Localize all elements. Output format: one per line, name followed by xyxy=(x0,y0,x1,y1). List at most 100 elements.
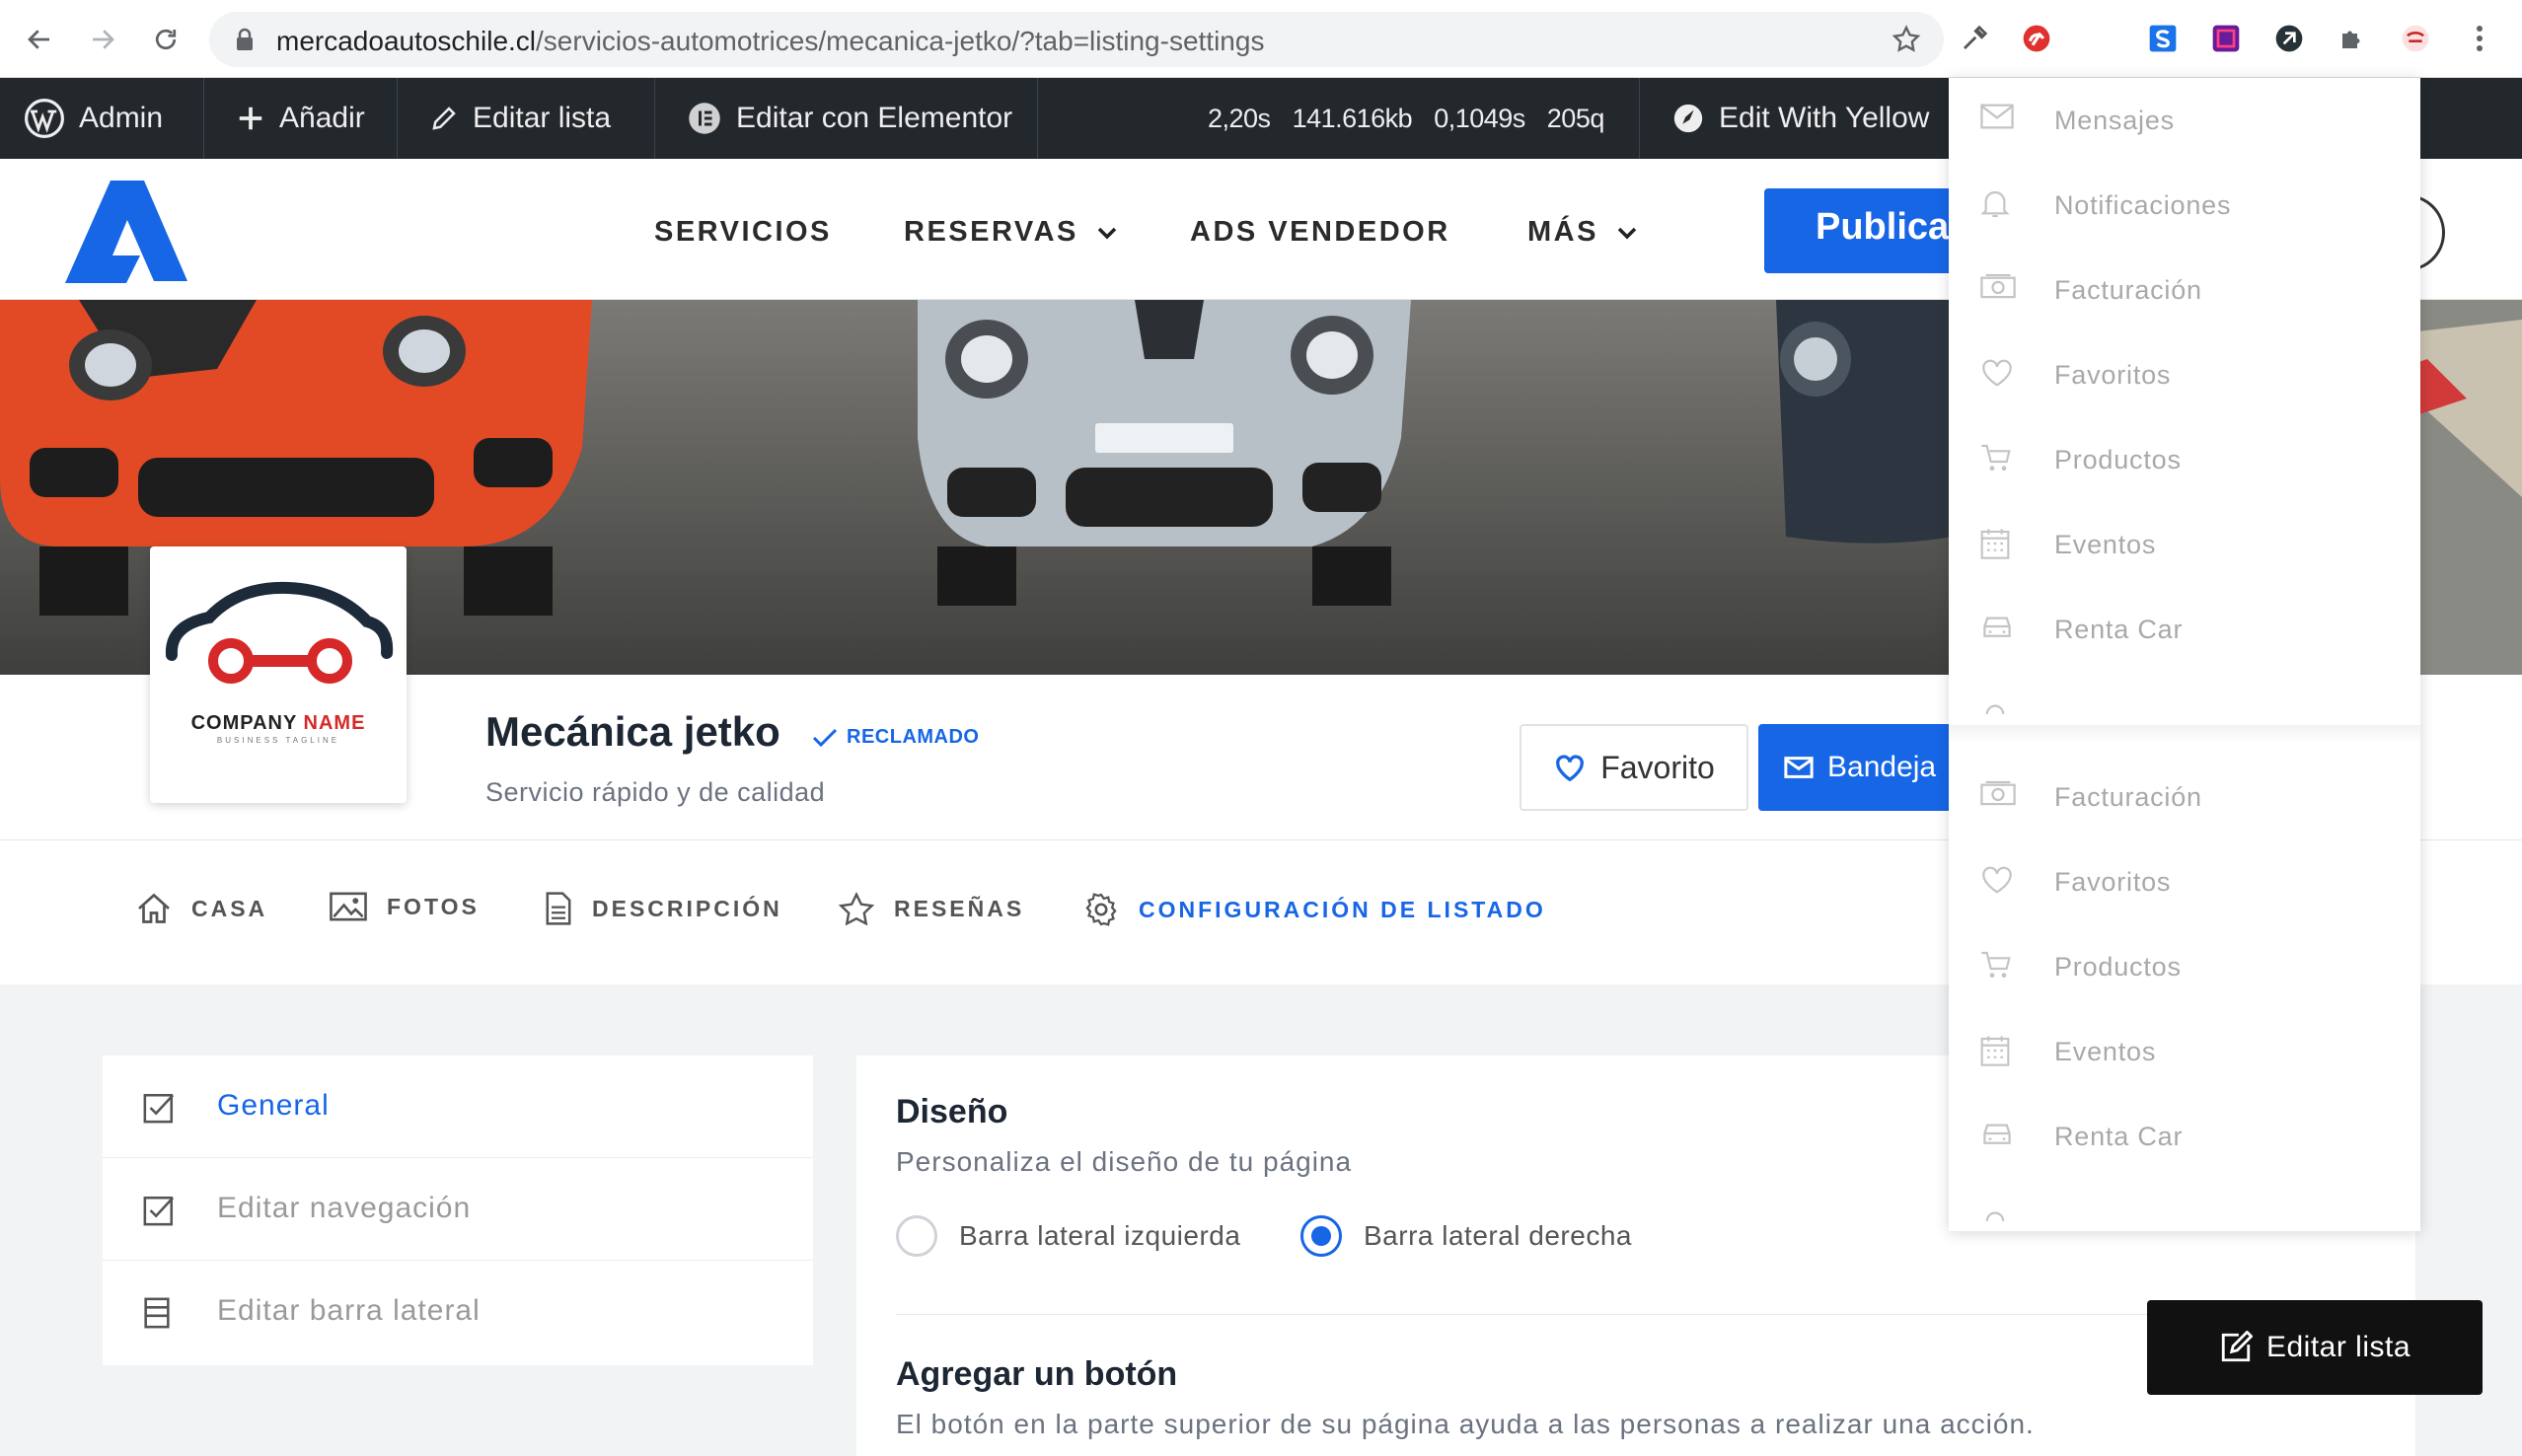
admin-bar-site[interactable]: Admin xyxy=(0,78,204,159)
tab-resenas-label: RESEÑAS xyxy=(894,895,1025,921)
menu-reservas-label: RESERVAS xyxy=(904,216,1078,248)
dropdown-item-productos-2[interactable]: Productos xyxy=(1949,924,2420,1009)
menu-mas-label: MÁS xyxy=(1527,216,1598,248)
puzzle-extensions-icon[interactable] xyxy=(2332,18,2373,59)
heart-icon xyxy=(1982,866,2012,894)
dropdown-item-renta-car[interactable]: Renta Car xyxy=(1949,587,2420,672)
edit-listing-label: Editar lista xyxy=(473,102,612,134)
floating-edit-listing-button[interactable]: Editar lista xyxy=(2147,1300,2483,1395)
listing-subtitle: Servicio rápido y de calidad xyxy=(485,777,826,807)
browser-toolbar: mercadoautoschile.cl/servicios-automotri… xyxy=(0,0,2522,78)
reload-icon xyxy=(155,29,177,50)
plus-icon xyxy=(239,107,262,130)
tab-descripcion[interactable]: DESCRIPCIÓN xyxy=(545,892,782,925)
floating-edit-label: Editar lista xyxy=(2265,1331,2411,1363)
money-icon xyxy=(1980,273,2016,299)
dropdown-item-cutoff[interactable] xyxy=(1949,672,2420,725)
stat-time: 2,20s xyxy=(1208,103,1271,133)
add-button-description: El botón en la parte superior de su pági… xyxy=(896,1409,2035,1439)
dropdown-label: Renta Car xyxy=(2054,1122,2184,1151)
admin-bar-edit-listing[interactable]: Editar lista xyxy=(398,78,655,159)
arrow-left-icon xyxy=(28,30,49,49)
car-icon xyxy=(1983,617,2011,637)
dropdown-item-facturacion[interactable]: Facturación xyxy=(1949,248,2420,332)
dropdown-item-productos[interactable]: Productos xyxy=(1949,417,2420,502)
bookmark-star-icon[interactable] xyxy=(1891,24,1922,55)
menu-ads-vendedor[interactable]: ADS VENDEDOR xyxy=(1190,216,1450,249)
tab-configuracion[interactable]: CONFIGURACIÓN DE LISTADO xyxy=(1083,892,1546,927)
dropdown-item-favoritos[interactable]: Favoritos xyxy=(1949,332,2420,417)
dropdown-item-mensajes[interactable]: Mensajes xyxy=(1949,78,2420,163)
image-icon xyxy=(330,892,367,921)
dropdown-item-renta-car-2[interactable]: Renta Car xyxy=(1949,1094,2420,1179)
site-logo[interactable] xyxy=(65,179,187,283)
radio-right-sidebar[interactable]: Barra lateral derecha xyxy=(1300,1215,1632,1257)
chevron-down-icon xyxy=(1617,227,1637,239)
back-button[interactable] xyxy=(14,14,65,65)
elementor-label: Editar con Elementor xyxy=(736,102,1013,134)
dropdown-label: Eventos xyxy=(2054,1037,2157,1066)
stat-memory: 141.616kb xyxy=(1292,103,1413,133)
radio-left-sidebar[interactable]: Barra lateral izquierda xyxy=(896,1215,1240,1257)
admin-bar-add[interactable]: Añadir xyxy=(204,78,398,159)
user-dropdown-menu: Mensajes Notificaciones Facturación Favo… xyxy=(1949,78,2420,1231)
menu-servicios[interactable]: SERVICIOS xyxy=(654,216,832,249)
purple-extension-icon[interactable] xyxy=(2205,18,2247,59)
settings-nav-editar-barra-lateral[interactable]: Editar barra lateral xyxy=(103,1261,813,1363)
add-label: Añadir xyxy=(279,102,365,134)
dropdown-item-favoritos-2[interactable]: Favoritos xyxy=(1949,839,2420,924)
menu-mas[interactable]: MÁS xyxy=(1527,216,1638,249)
dropdown-item-cutoff-2[interactable] xyxy=(1949,1179,2420,1231)
dark-circle-extension-icon[interactable] xyxy=(2268,18,2310,59)
reload-button[interactable] xyxy=(140,14,191,65)
eyedropper-extension-icon[interactable] xyxy=(1954,18,1995,59)
radio-right-sidebar-circle[interactable] xyxy=(1300,1215,1342,1257)
profile-avatar-icon[interactable] xyxy=(2395,18,2436,59)
forward-button[interactable] xyxy=(77,14,128,65)
favorite-button[interactable]: Favorito xyxy=(1520,724,1748,811)
dropdown-label: Favoritos xyxy=(2054,867,2172,897)
dropdown-label: Facturación xyxy=(2054,275,2202,305)
admin-bar-query-stats[interactable]: 2,20s 141.616kb 0,1049s 205q xyxy=(1038,78,1640,159)
dropdown-item-facturacion-2[interactable]: Facturación xyxy=(1949,755,2420,839)
car-icon xyxy=(1983,1124,2011,1144)
elementor-icon xyxy=(689,103,720,134)
settings-sidebar: General Editar navegación Editar barra l… xyxy=(103,1056,813,1365)
design-description: Personaliza el diseño de tu página xyxy=(896,1146,1353,1177)
admin-label: Admin xyxy=(79,102,164,134)
document-icon xyxy=(546,892,571,925)
address-bar[interactable]: mercadoautoschile.cl/servicios-automotri… xyxy=(209,12,1944,67)
home-icon xyxy=(138,893,170,923)
settings-nav-general[interactable]: General xyxy=(103,1056,813,1158)
tab-resenas[interactable]: RESEÑAS xyxy=(839,892,1024,925)
dropdown-label: Renta Car xyxy=(2054,615,2184,644)
dropdown-item-eventos-2[interactable]: Eventos xyxy=(1949,1009,2420,1094)
yellow-pencil-icon xyxy=(1673,104,1703,133)
sidebar-icon xyxy=(144,1297,170,1329)
menu-reservas[interactable]: RESERVAS xyxy=(904,216,1118,249)
radio-left-sidebar-circle[interactable] xyxy=(896,1215,937,1257)
settings-nav-editar-navegacion[interactable]: Editar navegación xyxy=(103,1158,813,1261)
s-extension-icon[interactable] xyxy=(2142,18,2184,59)
admin-bar-elementor[interactable]: Editar con Elementor xyxy=(655,78,1038,159)
tab-fotos[interactable]: FOTOS xyxy=(330,892,480,921)
publish-label: Publica xyxy=(1816,206,1950,248)
red-circle-extension-icon[interactable] xyxy=(2016,18,2057,59)
car-wrench-logo-icon xyxy=(165,581,394,684)
company-logo: COMPANY NAME BUSINESS TAGLINE xyxy=(150,546,407,803)
dropdown-item-notificaciones[interactable]: Notificaciones xyxy=(1949,163,2420,248)
dropdown-item-eventos[interactable]: Eventos xyxy=(1949,502,2420,587)
dropdown-separator xyxy=(1949,725,2420,743)
admin-bar-yellow-pencil[interactable]: Edit With Yellow xyxy=(1640,78,1956,159)
checkmark-icon xyxy=(812,728,838,747)
star-icon xyxy=(839,892,874,925)
partial-icon xyxy=(1985,1211,2005,1221)
claimed-label: RECLAMADO xyxy=(847,726,980,748)
money-icon xyxy=(1980,780,2016,806)
favorite-label: Favorito xyxy=(1600,749,1715,785)
kebab-menu-icon[interactable] xyxy=(2459,18,2500,59)
url-text: mercadoautoschile.cl/servicios-automotri… xyxy=(276,26,1265,56)
tab-casa[interactable]: CASA xyxy=(136,892,267,925)
bell-icon xyxy=(1980,190,2010,218)
pencil-icon xyxy=(432,107,456,130)
